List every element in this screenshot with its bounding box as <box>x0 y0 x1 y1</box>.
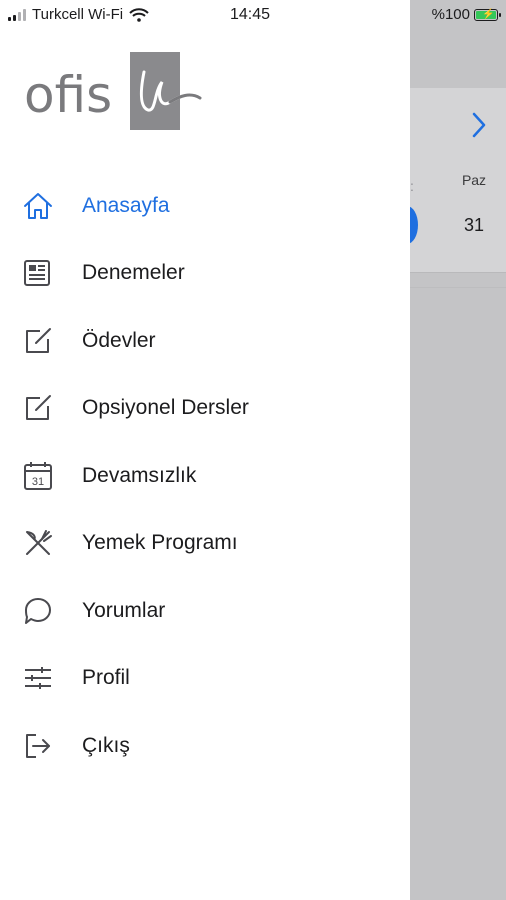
status-left: Turkcell Wi-Fi <box>8 6 149 23</box>
battery-percent: %100 <box>431 6 470 23</box>
background-app[interactable]: : Paz 31 <box>396 0 506 900</box>
chat-bubble-icon <box>22 595 54 627</box>
signal-icon <box>8 8 26 21</box>
wifi-icon <box>129 7 149 22</box>
menu-item-profil[interactable]: Profil <box>0 645 410 713</box>
menu-label: Yorumlar <box>82 598 166 622</box>
menu-item-opsiyonel-dersler[interactable]: Opsiyonel Dersler <box>0 375 410 443</box>
svg-text:31: 31 <box>32 476 44 488</box>
carrier-label: Turkcell Wi-Fi <box>32 6 124 23</box>
edit-icon <box>22 325 54 357</box>
menu-label: Yemek Programı <box>82 531 238 555</box>
menu-label: Denemeler <box>82 261 185 285</box>
status-bar: Turkcell Wi-Fi 14:45 %100 ⚡ <box>0 0 506 30</box>
menu-label: Anasayfa <box>82 193 170 217</box>
menu-item-odevler[interactable]: Ödevler <box>0 307 410 375</box>
edit-icon <box>22 392 54 424</box>
utensils-icon <box>22 527 54 559</box>
logo-text: ofis <box>24 66 112 124</box>
menu-label: Ödevler <box>82 328 156 352</box>
calendar-divider <box>410 287 506 288</box>
drawer-menu: Anasayfa Denemeler Ödevler Opsiyonel Der… <box>0 172 410 780</box>
navigation-drawer: ofis Anasayfa Denemeler Ödevler Opsiyone… <box>0 0 410 900</box>
menu-item-yemek-programi[interactable]: Yemek Programı <box>0 510 410 578</box>
menu-item-anasayfa[interactable]: Anasayfa <box>0 172 410 240</box>
chevron-right-icon[interactable] <box>468 108 490 142</box>
menu-item-devamsizlik[interactable]: 31 Devamsızlık <box>0 442 410 510</box>
battery-icon: ⚡ <box>474 8 501 21</box>
status-time: 14:45 <box>230 6 271 23</box>
menu-label: Devamsızlık <box>82 463 197 487</box>
menu-label: Profil <box>82 666 130 690</box>
calendar-column-edge: : <box>410 178 414 194</box>
newspaper-icon <box>22 257 54 289</box>
menu-label: Çıkış <box>82 733 130 757</box>
menu-item-cikis[interactable]: Çıkış <box>0 712 410 780</box>
sliders-icon <box>22 662 54 694</box>
calendar-day-header: Paz <box>461 172 487 188</box>
calendar-date[interactable]: 31 <box>454 215 494 236</box>
menu-label: Opsiyonel Dersler <box>82 396 249 420</box>
home-icon <box>22 190 54 222</box>
logout-icon <box>22 730 54 762</box>
calendar-icon: 31 <box>22 460 54 492</box>
menu-item-denemeler[interactable]: Denemeler <box>0 240 410 308</box>
status-right: %100 ⚡ <box>431 6 501 23</box>
ofis-logo: ofis <box>24 52 204 132</box>
menu-item-yorumlar[interactable]: Yorumlar <box>0 577 410 645</box>
